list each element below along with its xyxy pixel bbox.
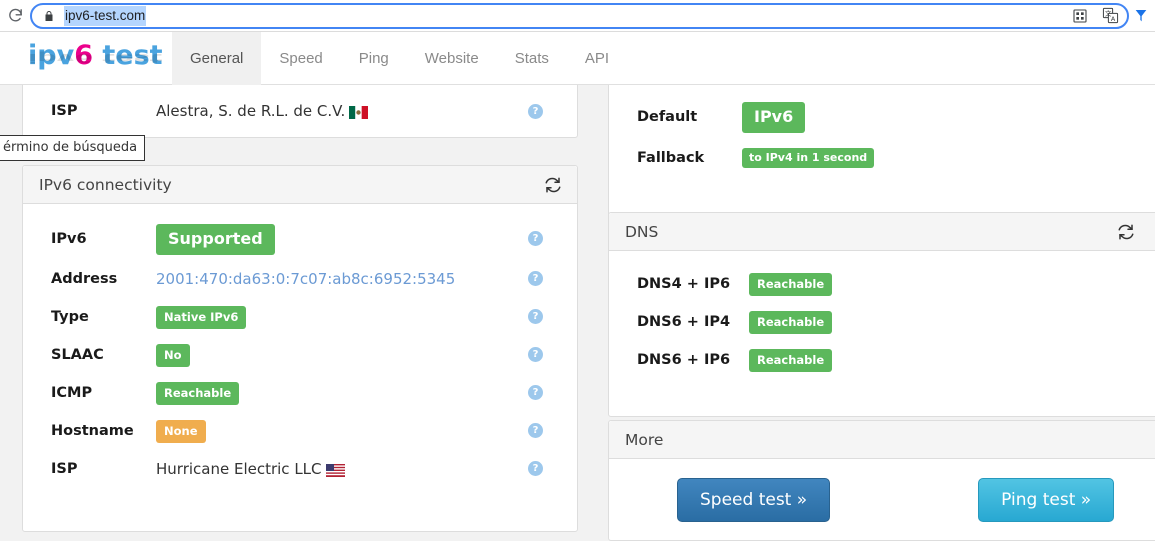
isp-name: Alestra, S. de R.L. de C.V. xyxy=(156,102,345,120)
panel-title: DNS xyxy=(625,223,658,241)
search-tooltip: érmino de búsqueda xyxy=(0,135,145,161)
status-badge-dns6-ip4: Reachable xyxy=(749,311,832,334)
table-row: ISP Hurricane Electric LLC ? xyxy=(23,450,577,488)
status-badge-ipv6: Supported xyxy=(156,224,275,255)
status-badge-default: IPv6 xyxy=(742,102,805,133)
browser-defaults-panel: Default IPv6 ? Fallback to IPv4 in 1 sec… xyxy=(608,85,1155,219)
table-row: DNS6 + IP6 Reachable ? xyxy=(609,341,1155,379)
svg-text:A: A xyxy=(1110,15,1115,23)
more-panel-body: Speed test » Ping test » xyxy=(609,459,1155,541)
flag-mx-icon xyxy=(349,106,368,119)
speed-test-button[interactable]: Speed test » xyxy=(677,478,830,522)
translate-icon[interactable]: 文 A xyxy=(1101,7,1119,25)
table-row: ICMP Reachable ? xyxy=(23,374,577,412)
panel-title: IPv6 connectivity xyxy=(39,176,172,194)
logo-text-6: 6 xyxy=(74,40,93,71)
tab-speed[interactable]: Speed xyxy=(261,32,340,85)
logo-text-ipv: ipv xyxy=(28,40,74,71)
refresh-icon[interactable] xyxy=(543,175,563,195)
page-content: ipv6 test ipv6 test General Speed Ping W… xyxy=(0,32,1155,541)
table-row: SLAAC No ? xyxy=(23,336,577,374)
ipv4-connectivity-panel: ISP Alestra, S. de R.L. de C.V. ? xyxy=(22,85,578,138)
site-logo[interactable]: ipv6 test xyxy=(28,40,163,71)
row-label-fallback: Fallback xyxy=(637,150,742,166)
row-label-address: Address xyxy=(51,271,156,287)
status-badge-dns6-ip6: Reachable xyxy=(749,349,832,372)
ping-test-button[interactable]: Ping test » xyxy=(978,478,1114,522)
status-badge-icmp: Reachable xyxy=(156,382,239,405)
row-label-dns6-ip4: DNS6 + IP4 xyxy=(637,314,749,330)
row-label-icmp: ICMP xyxy=(51,385,156,401)
table-row: Fallback to IPv4 in 1 second ? xyxy=(609,139,1155,177)
address-bar[interactable]: ipv6-test.com 文 A xyxy=(30,3,1129,29)
logo-text-test: test xyxy=(93,40,163,71)
help-icon[interactable]: ? xyxy=(528,423,543,438)
tab-ping[interactable]: Ping xyxy=(341,32,407,85)
lock-icon xyxy=(42,9,56,23)
tab-general[interactable]: General xyxy=(172,32,261,85)
row-label-default: Default xyxy=(637,109,742,125)
row-label-type: Type xyxy=(51,309,156,325)
status-badge-hostname: None xyxy=(156,420,206,443)
table-row: Hostname None ? xyxy=(23,412,577,450)
ipv6-connectivity-panel: IPv6 connectivity IPv6 Supported ? Addre… xyxy=(22,165,578,532)
status-badge-slaac: No xyxy=(156,344,190,367)
reload-icon[interactable] xyxy=(2,3,28,29)
flag-us-icon xyxy=(326,464,345,477)
row-value-isp: Hurricane Electric LLC xyxy=(156,460,345,478)
table-row: Default IPv6 ? xyxy=(609,95,1155,139)
ipv6-address-link[interactable]: 2001:470:da63:0:7c07:ab8c:6952:5345 xyxy=(156,270,455,288)
row-label-dns6-ip6: DNS6 + IP6 xyxy=(637,352,749,368)
row-value-isp: Alestra, S. de R.L. de C.V. xyxy=(156,102,368,120)
help-icon[interactable]: ? xyxy=(528,271,543,286)
row-label-dns4-ip6: DNS4 + IP6 xyxy=(637,276,749,292)
help-icon[interactable]: ? xyxy=(528,347,543,362)
table-row: DNS4 + IP6 Reachable ? xyxy=(609,265,1155,303)
dns-panel-body: DNS4 + IP6 Reachable ? DNS6 + IP4 Reacha… xyxy=(609,251,1155,391)
refresh-icon[interactable] xyxy=(1116,222,1136,242)
main-navigation: General Speed Ping Website Stats API xyxy=(172,32,627,85)
dns-panel: DNS DNS4 + IP6 Reachable ? DNS6 + IP4 Re… xyxy=(608,212,1155,417)
table-row: IPv6 Supported ? xyxy=(23,218,577,260)
help-icon[interactable]: ? xyxy=(528,231,543,246)
address-bar-text[interactable]: ipv6-test.com xyxy=(64,6,146,26)
help-icon[interactable]: ? xyxy=(528,104,543,119)
tab-website[interactable]: Website xyxy=(407,32,497,85)
more-panel-header: More xyxy=(609,421,1155,459)
dns-panel-header: DNS xyxy=(609,213,1155,251)
help-icon[interactable]: ? xyxy=(528,309,543,324)
ipv6-panel-body: IPv6 Supported ? Address 2001:470:da63:0… xyxy=(23,204,577,500)
panel-title: More xyxy=(625,431,663,449)
row-label-isp: ISP xyxy=(51,461,156,477)
browser-extension-icon[interactable] xyxy=(1133,0,1155,32)
status-badge-fallback: to IPv4 in 1 second xyxy=(742,148,874,168)
help-icon[interactable]: ? xyxy=(528,385,543,400)
row-label-slaac: SLAAC xyxy=(51,347,156,363)
tab-stats[interactable]: Stats xyxy=(497,32,567,85)
isp-name: Hurricane Electric LLC xyxy=(156,460,322,478)
ipv6-panel-header: IPv6 connectivity xyxy=(23,166,577,204)
status-badge-dns4-ip6: Reachable xyxy=(749,273,832,296)
row-label-hostname: Hostname xyxy=(51,423,156,439)
table-row: Address 2001:470:da63:0:7c07:ab8c:6952:5… xyxy=(23,260,577,298)
row-label-ipv6: IPv6 xyxy=(51,231,156,247)
site-header: ipv6 test ipv6 test General Speed Ping W… xyxy=(0,32,1155,85)
tab-api[interactable]: API xyxy=(567,32,627,85)
help-icon[interactable]: ? xyxy=(528,461,543,476)
row-label-isp: ISP xyxy=(51,103,156,119)
table-row: ISP Alestra, S. de R.L. de C.V. ? xyxy=(23,85,577,137)
browser-toolbar: ipv6-test.com 文 A xyxy=(0,0,1155,32)
table-row: Type Native IPv6 ? xyxy=(23,298,577,336)
status-badge-type: Native IPv6 xyxy=(156,306,246,329)
qr-code-icon[interactable] xyxy=(1071,7,1089,25)
browser-defaults-body: Default IPv6 ? Fallback to IPv4 in 1 sec… xyxy=(609,85,1155,189)
table-row: DNS6 + IP4 Reachable ? xyxy=(609,303,1155,341)
more-panel: More Speed test » Ping test » xyxy=(608,420,1155,541)
